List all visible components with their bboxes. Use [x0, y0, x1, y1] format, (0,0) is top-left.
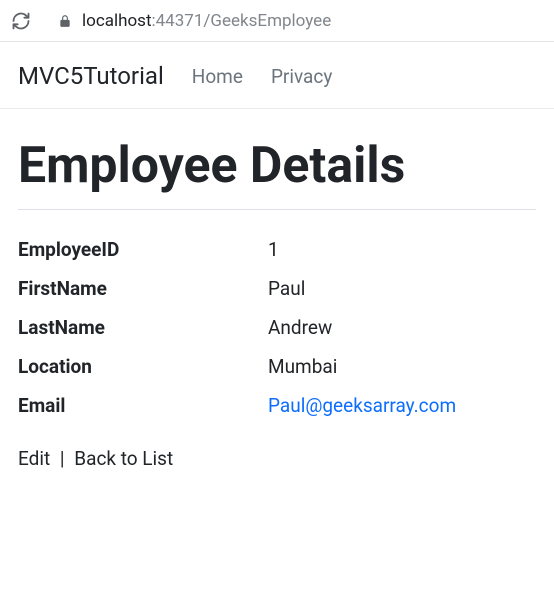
- edit-link[interactable]: Edit: [18, 447, 50, 470]
- field-value: Andrew: [268, 316, 332, 339]
- url-text: localhost:44371/GeeksEmployee: [82, 11, 331, 31]
- field-label: FirstName: [18, 277, 268, 300]
- brand-link[interactable]: MVC5Tutorial: [18, 62, 164, 90]
- divider: [18, 209, 536, 210]
- reload-button[interactable]: [10, 10, 32, 32]
- field-value: Mumbai: [268, 355, 337, 378]
- url-input[interactable]: localhost:44371/GeeksEmployee: [46, 5, 544, 37]
- field-value: Paul@geeksarray.com: [268, 394, 456, 417]
- url-host: localhost: [82, 11, 152, 31]
- navbar: MVC5Tutorial Home Privacy: [0, 42, 554, 109]
- field-row-first-name: FirstName Paul: [18, 269, 536, 308]
- field-row-employee-id: EmployeeID 1: [18, 230, 536, 269]
- field-label: Email: [18, 394, 268, 417]
- field-label: LastName: [18, 316, 268, 339]
- url-port: :44371: [152, 11, 204, 31]
- field-row-location: Location Mumbai: [18, 347, 536, 386]
- action-bar: Edit | Back to List: [18, 447, 536, 470]
- field-row-last-name: LastName Andrew: [18, 308, 536, 347]
- reload-icon: [11, 11, 31, 31]
- field-label: Location: [18, 355, 268, 378]
- field-value: 1: [268, 238, 279, 261]
- nav-privacy[interactable]: Privacy: [271, 65, 332, 88]
- field-row-email: Email Paul@geeksarray.com: [18, 386, 536, 425]
- back-to-list-link[interactable]: Back to List: [74, 447, 173, 470]
- field-value: Paul: [268, 277, 305, 300]
- browser-address-bar: localhost:44371/GeeksEmployee: [0, 0, 554, 42]
- url-path: /GeeksEmployee: [203, 11, 331, 31]
- page-title: Employee Details: [18, 137, 536, 195]
- field-label: EmployeeID: [18, 238, 268, 261]
- page-content: Employee Details EmployeeID 1 FirstName …: [0, 109, 554, 488]
- separator: |: [60, 447, 65, 470]
- lock-icon: [58, 14, 72, 28]
- nav-home[interactable]: Home: [192, 65, 243, 88]
- email-link[interactable]: Paul@geeksarray.com: [268, 394, 456, 417]
